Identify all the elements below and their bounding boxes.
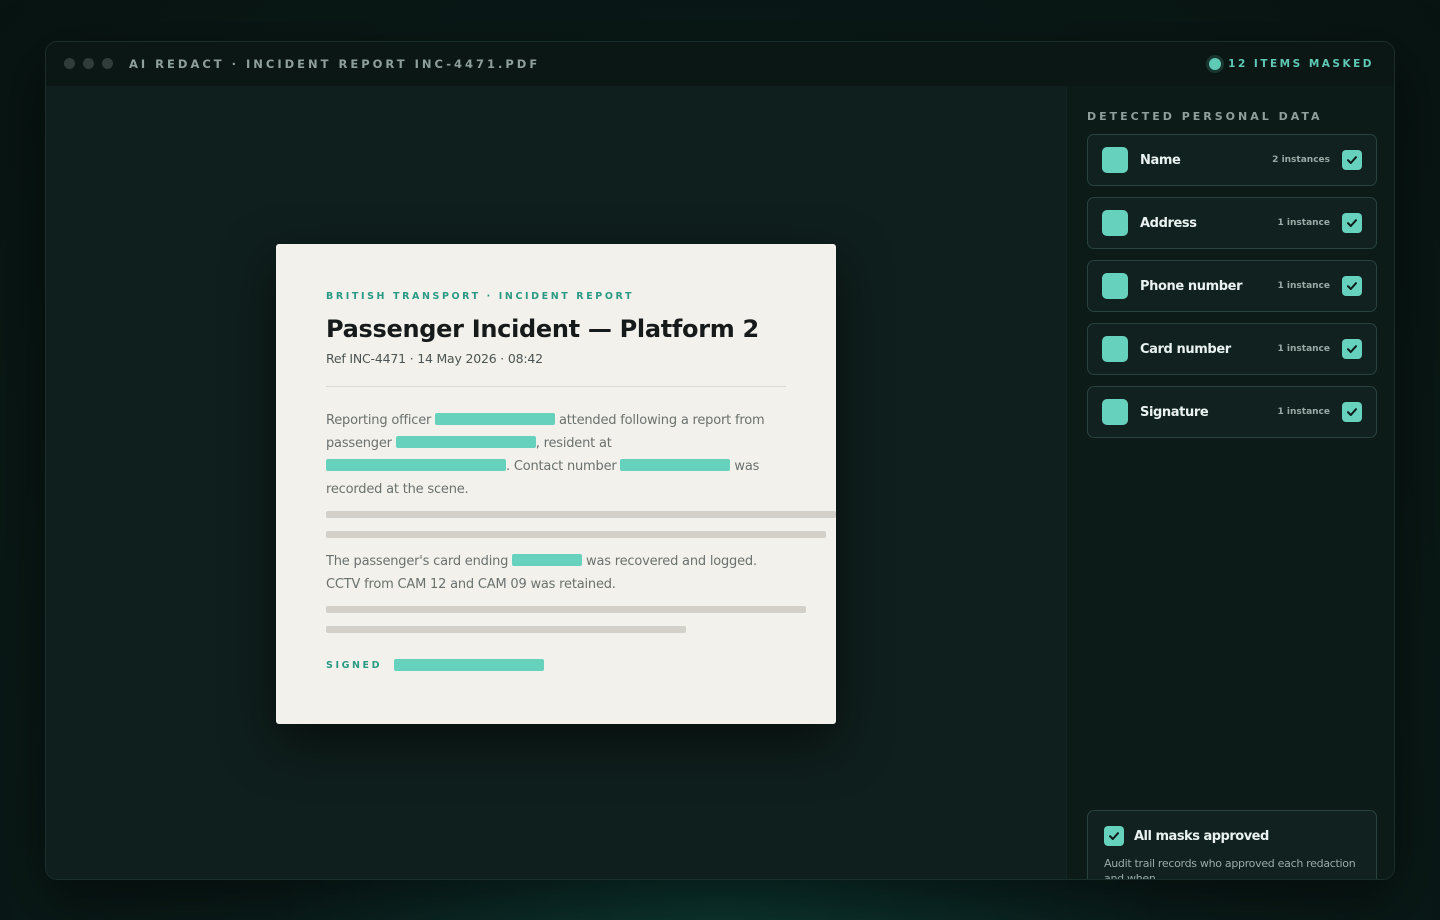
document-page: BRITISH TRANSPORT · INCIDENT REPORT Pass… (276, 244, 836, 724)
item-label: Card number (1140, 341, 1231, 357)
item-count: 1 instance (1277, 218, 1330, 228)
item-count: 2 instances (1272, 155, 1330, 165)
approval-label: All masks approved (1134, 828, 1269, 844)
detected-item-signature[interactable]: Signature 1 instance (1087, 386, 1377, 438)
masked-count: 12 ITEMS MASKED (1228, 58, 1374, 70)
panel-heading: DETECTED PERSONAL DATA (1087, 110, 1323, 123)
mask-swatch (1102, 399, 1128, 425)
approval-card: All masks approved Audit trail records w… (1087, 810, 1377, 880)
redaction-phone[interactable] (620, 459, 731, 471)
placeholder-line (326, 511, 836, 518)
item-count: 1 instance (1277, 407, 1330, 417)
para1-text-4: . Contact number (506, 459, 621, 474)
redaction-address[interactable] (326, 459, 506, 471)
redaction-card-number[interactable] (512, 554, 583, 566)
check-icon (1347, 408, 1357, 416)
document-divider (326, 386, 786, 387)
redaction-signature[interactable] (394, 659, 545, 671)
item-count: 1 instance (1277, 344, 1330, 354)
signature-row: SIGNED (326, 659, 786, 671)
check-icon (1347, 282, 1357, 290)
close-dot[interactable] (64, 58, 75, 69)
item-checkbox[interactable] (1342, 339, 1362, 359)
placeholder-line (326, 626, 686, 633)
item-checkbox[interactable] (1342, 276, 1362, 296)
masked-status: 12 ITEMS MASKED (1209, 42, 1374, 86)
detected-item-card-number[interactable]: Card number 1 instance (1087, 323, 1377, 375)
approval-description: Audit trail records who approved each re… (1104, 857, 1356, 880)
approval-checkbox[interactable] (1104, 826, 1124, 846)
mask-swatch (1102, 210, 1128, 236)
detected-item-name[interactable]: Name 2 instances (1087, 134, 1377, 186)
mask-swatch (1102, 273, 1128, 299)
item-label: Signature (1140, 404, 1209, 420)
document-kicker: BRITISH TRANSPORT · INCIDENT REPORT (326, 291, 635, 302)
item-label: Name (1140, 152, 1181, 168)
redaction-officer-name[interactable] (435, 413, 556, 425)
detected-item-phone-number[interactable]: Phone number 1 instance (1087, 260, 1377, 312)
window-controls (64, 58, 113, 69)
mask-swatch (1102, 147, 1128, 173)
item-checkbox[interactable] (1342, 402, 1362, 422)
placeholder-line (326, 606, 806, 613)
signed-label: SIGNED (326, 659, 383, 671)
maximize-dot[interactable] (102, 58, 113, 69)
placeholder-line (326, 531, 826, 538)
check-icon (1347, 219, 1357, 227)
item-label: Phone number (1140, 278, 1243, 294)
app-window: AI REDACT · INCIDENT REPORT INC-4471.PDF… (45, 41, 1395, 880)
item-checkbox[interactable] (1342, 150, 1362, 170)
paragraph-1: Reporting officer attended following a r… (326, 409, 786, 501)
check-icon (1347, 156, 1357, 164)
document-title: Passenger Incident — Platform 2 (326, 315, 759, 343)
minimize-dot[interactable] (83, 58, 94, 69)
item-count: 1 instance (1277, 281, 1330, 291)
para2-text-1: The passenger's card ending (326, 554, 513, 569)
para1-text-3: , resident at (535, 436, 612, 451)
item-checkbox[interactable] (1342, 213, 1362, 233)
para1-text-1: Reporting officer (326, 413, 436, 428)
document-ref: Ref INC-4471 · 14 May 2026 · 08:42 (326, 351, 543, 366)
status-dot-icon (1209, 58, 1222, 70)
mask-swatch (1102, 336, 1128, 362)
window-title: AI REDACT · INCIDENT REPORT INC-4471.PDF (129, 56, 541, 71)
check-icon (1347, 345, 1357, 353)
redaction-passenger-name[interactable] (395, 436, 536, 448)
paragraph-2: The passenger's card ending was recovere… (326, 550, 786, 596)
check-icon (1109, 832, 1119, 840)
detected-item-address[interactable]: Address 1 instance (1087, 197, 1377, 249)
item-label: Address (1140, 215, 1197, 231)
document-canvas: BRITISH TRANSPORT · INCIDENT REPORT Pass… (46, 86, 1066, 879)
title-bar: AI REDACT · INCIDENT REPORT INC-4471.PDF… (46, 42, 1394, 86)
detected-data-panel: DETECTED PERSONAL DATA Name 2 instances … (1066, 86, 1394, 880)
